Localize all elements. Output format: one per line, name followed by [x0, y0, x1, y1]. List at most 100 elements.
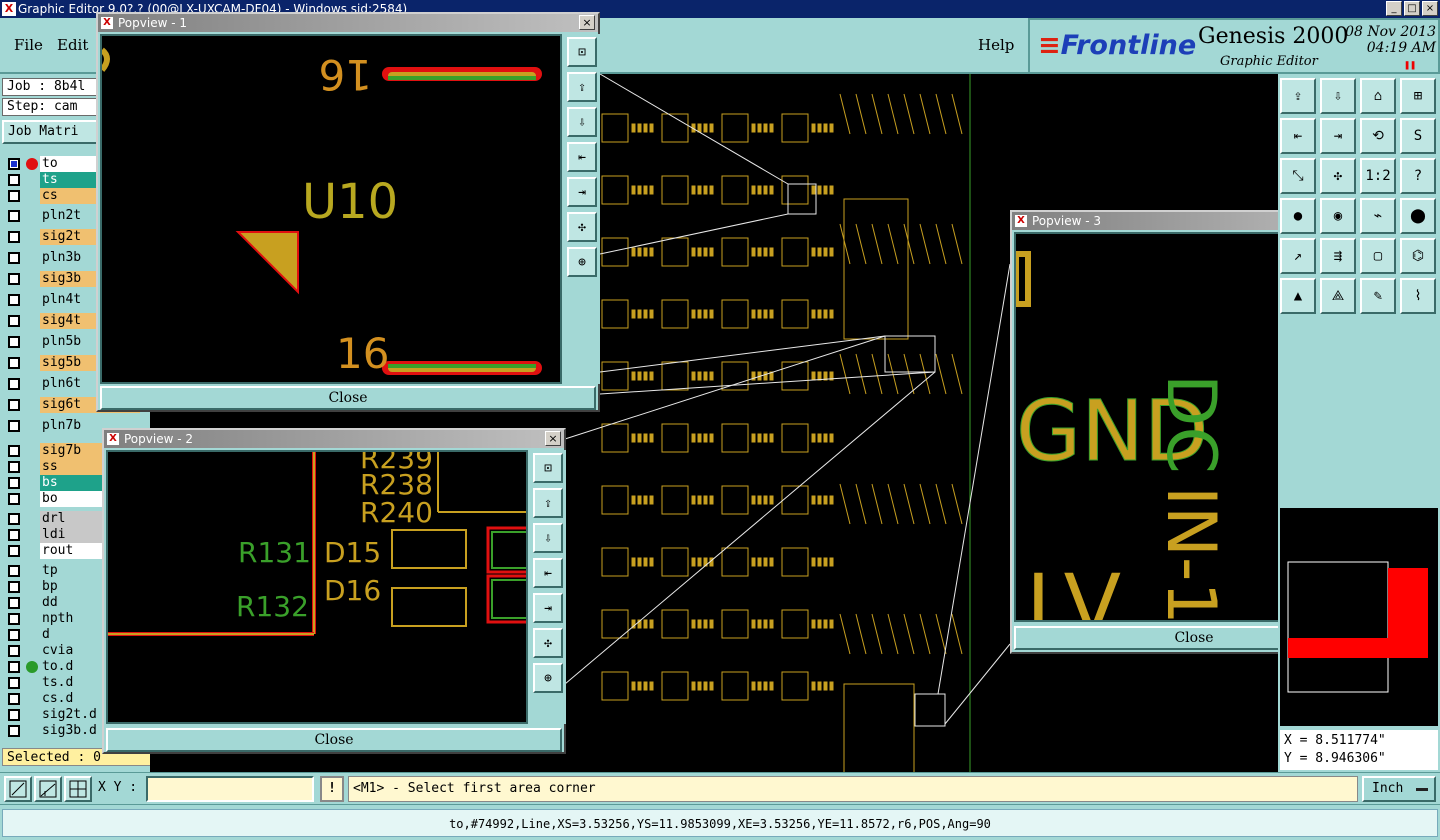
close-icon[interactable]: × [579, 15, 595, 30]
menu-help[interactable]: Help [978, 36, 1014, 54]
layer-checkbox[interactable] [8, 693, 20, 705]
copy-icon[interactable]: ⇶ [1320, 238, 1356, 274]
minimize-icon[interactable]: _ [1386, 1, 1402, 16]
diagonal-zoom-icon[interactable] [4, 776, 32, 802]
fill-icon[interactable]: ⬤ [1400, 198, 1436, 234]
layer-checkbox[interactable] [8, 399, 20, 411]
zoom-in-icon[interactable]: ⊕ [567, 247, 597, 277]
layer-checkbox[interactable] [8, 629, 20, 641]
layer-checkbox[interactable] [8, 661, 20, 673]
highlight-icon[interactable]: ◉ [1320, 198, 1356, 234]
layer-checkbox[interactable] [8, 294, 20, 306]
product-name: Genesis 2000 [1198, 24, 1349, 49]
popview-2-titlebar[interactable]: X Popview - 2 × [104, 430, 564, 448]
pan-left-icon[interactable]: ⇤ [567, 142, 597, 172]
layer-checkbox[interactable] [8, 357, 20, 369]
zoom-up-icon[interactable]: ⇪ [1280, 78, 1316, 114]
pan-up-icon[interactable]: ⇪ [533, 488, 563, 518]
zoom-in-icon[interactable]: ⊕ [533, 663, 563, 693]
select-icon[interactable]: ● [1280, 198, 1316, 234]
layer-checkbox[interactable] [8, 597, 20, 609]
snap-icon[interactable]: S [1400, 118, 1436, 154]
menu-file[interactable]: File [14, 36, 43, 54]
zoom-out-icon[interactable]: ✣ [567, 212, 597, 242]
outline-icon[interactable]: ▢ [1360, 238, 1396, 274]
layer-checkbox[interactable] [8, 190, 20, 202]
layer-checkbox[interactable] [8, 725, 20, 737]
redraw-icon[interactable]: ⟲ [1360, 118, 1396, 154]
area-icon[interactable]: ▲ [1280, 278, 1316, 314]
popview-1-close-button[interactable]: Close [100, 386, 596, 410]
edit-icon[interactable]: ✎ [1360, 278, 1396, 314]
label-in: IN-1 [1151, 486, 1230, 620]
layer-checkbox[interactable] [8, 613, 20, 625]
coord-x: X = 8.511774" [1284, 733, 1386, 748]
layer-checkbox[interactable] [8, 529, 20, 541]
layer-checkbox[interactable] [8, 645, 20, 657]
layer-checkbox[interactable] [8, 273, 20, 285]
pan-right-icon[interactable]: ⇥ [567, 177, 597, 207]
pan-right-icon[interactable]: ⇥ [1320, 118, 1356, 154]
layer-checkbox[interactable] [8, 709, 20, 721]
connect-icon[interactable]: ⌇ [1400, 278, 1436, 314]
layer-status-dot [26, 158, 38, 170]
layer-checkbox[interactable] [8, 420, 20, 432]
execute-button[interactable]: ! [320, 776, 344, 802]
zoom-home-icon[interactable]: ⊡ [567, 37, 597, 67]
layer-checkbox[interactable] [8, 461, 20, 473]
pan-down-icon[interactable]: ⇩ [567, 107, 597, 137]
popview-2-tools: ⊡ ⇪ ⇩ ⇤ ⇥ ✣ ⊕ [530, 450, 566, 724]
pan-right-icon[interactable]: ⇥ [533, 593, 563, 623]
center-icon[interactable]: ✣ [1320, 158, 1356, 194]
grid-snap-icon[interactable] [64, 776, 92, 802]
popview-2-view[interactable]: R239 R238 R240 R131 D15 R132 D16 [106, 450, 528, 724]
pan-left-icon[interactable]: ⇤ [533, 558, 563, 588]
move-icon[interactable]: ↗ [1280, 238, 1316, 274]
close-icon[interactable]: × [1422, 1, 1438, 16]
ratio-icon[interactable]: 1:2 [1360, 158, 1396, 194]
pan-left-icon[interactable]: ⇤ [1280, 118, 1316, 154]
fit-icon[interactable]: ⤡ [1280, 158, 1316, 194]
layer-checkbox[interactable] [8, 336, 20, 348]
popview-1-titlebar[interactable]: X Popview - 1 × [98, 14, 598, 32]
pan-up-icon[interactable]: ⇪ [567, 72, 597, 102]
layer-checkbox[interactable] [8, 677, 20, 689]
popview-2-close-button[interactable]: Close [106, 728, 562, 752]
popview-1-tools: ⊡ ⇪ ⇩ ⇤ ⇥ ✣ ⊕ [564, 34, 600, 384]
layer-checkbox[interactable] [8, 231, 20, 243]
popview-1-view[interactable]: 16 U10 16 [100, 34, 562, 384]
menu-edit[interactable]: Edit [57, 36, 88, 54]
layer-checkbox[interactable] [8, 545, 20, 557]
label-d16: D16 [324, 574, 381, 607]
net-icon[interactable]: ⌬ [1400, 238, 1436, 274]
layer-checkbox[interactable] [8, 158, 20, 170]
xy-input[interactable] [146, 776, 314, 802]
close-icon[interactable]: × [545, 431, 561, 446]
zoom-out-icon[interactable]: ✣ [533, 628, 563, 658]
layer-checkbox[interactable] [8, 493, 20, 505]
layer-checkbox[interactable] [8, 445, 20, 457]
layer-checkbox[interactable] [8, 513, 20, 525]
layer-checkbox[interactable] [8, 315, 20, 327]
zoom-down-icon[interactable]: ⇩ [1320, 78, 1356, 114]
layer-checkbox[interactable] [8, 252, 20, 264]
layer-checkbox[interactable] [8, 565, 20, 577]
measure-icon[interactable] [34, 776, 62, 802]
route-icon[interactable]: ⟁ [1320, 278, 1356, 314]
units-value: Inch [1372, 781, 1404, 796]
layer-checkbox[interactable] [8, 581, 20, 593]
layer-checkbox[interactable] [8, 174, 20, 186]
measure-icon[interactable]: ⌁ [1360, 198, 1396, 234]
overview-panel[interactable] [1278, 506, 1440, 728]
home-icon[interactable]: ⌂ [1360, 78, 1396, 114]
zoom-home-icon[interactable]: ⊡ [533, 453, 563, 483]
layer-checkbox[interactable] [8, 378, 20, 390]
layer-checkbox[interactable] [8, 210, 20, 222]
pause-icon[interactable]: ❚❚ [1404, 60, 1416, 71]
pan-down-icon[interactable]: ⇩ [533, 523, 563, 553]
units-dropdown[interactable]: Inch [1362, 776, 1436, 802]
help-icon[interactable]: ? [1400, 158, 1436, 194]
maximize-icon[interactable]: □ [1404, 1, 1420, 16]
window-icon[interactable]: ⊞ [1400, 78, 1436, 114]
layer-checkbox[interactable] [8, 477, 20, 489]
